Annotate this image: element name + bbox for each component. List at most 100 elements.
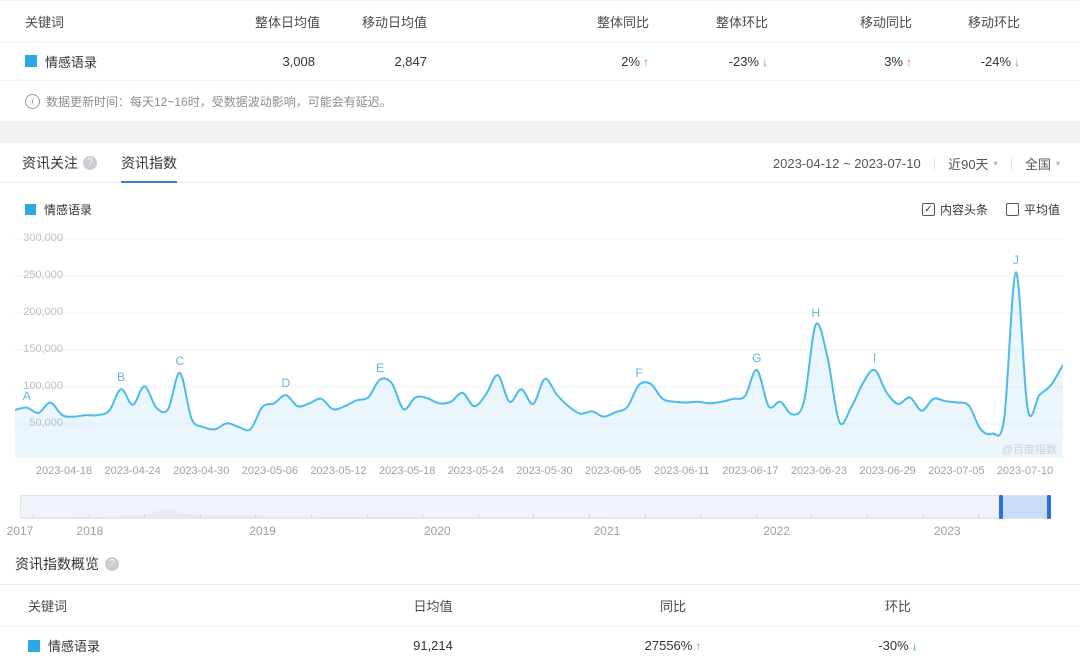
peak-label-F: F [635,365,643,380]
timeline-tick [755,514,757,518]
overview-keyword-cell: 情感语录 [28,636,358,655]
timeline-tick [366,514,368,518]
date-range[interactable]: 2023-04-12 ~ 2023-07-10 [773,156,921,171]
region-dropdown[interactable]: 全国 ▾ [1025,154,1060,173]
period-dropdown[interactable]: 近90天 ▾ [948,154,997,173]
stats-column-header: 整体同比 [596,14,649,30]
peak-label-E: E [376,360,385,375]
chevron-down-icon: ▾ [1055,159,1060,168]
stats-trend-cell: 2% ↑ [427,54,649,69]
timeline-year-2020: 2020 [424,524,451,538]
period-dropdown-label: 近90天 [948,157,989,172]
peak-label-A: A [22,388,31,403]
arrow-down-icon: ↓ [1014,54,1020,69]
update-note: i 数据更新时间：每天12~16时，受数据波动影响，可能会有延迟。 [0,81,1080,121]
overview-table-row: 情感语录 91,214 27556% ↑ -30% ↓ [0,626,1080,665]
timeline-selection[interactable] [1001,496,1048,518]
timeline-slider[interactable] [20,495,1051,519]
x-axis-labels: 2023-04-18 2023-04-24 2023-04-30 2023-05-06… [0,465,1080,479]
stats-trend-cell: -24% ↓ [912,54,1020,69]
y-axis-label: 200,000 [23,306,63,318]
x-axis-label: 2023-05-24 [447,465,504,477]
keyword-stats-section: 关键词 整体日均值 移动日均值 整体同比 整体环比 移动同比 移动环比 情感语录 3,008 2… [0,0,1080,121]
stats-table-header: 关键词 整体日均值 移动日均值 整体同比 整体环比 移动同比 移动环比 [0,1,1080,42]
stats-column-header: 移动同比 [859,14,912,30]
section-divider-band [0,121,1080,143]
peak-label-G: G [752,350,762,365]
watermark: @百度指数 [1001,444,1057,456]
checkbox-content-headline[interactable]: ✓ 内容头条 [921,201,988,218]
help-icon[interactable]: ? [105,557,119,571]
overview-column-header: 日均值 [413,598,453,614]
legend-keyword-label: 情感语录 [44,203,93,217]
timeline-tick [255,514,257,518]
timeline-tick [533,514,535,518]
trend-value: 27556% [644,638,693,653]
peak-label-B: B [116,370,125,385]
x-axis-label: 2023-06-29 [859,465,916,477]
peak-label-H: H [811,305,821,320]
x-axis-label: 2023-05-12 [310,465,367,477]
timeline-year-2021: 2021 [593,524,621,538]
x-axis-label: 2023-06-05 [584,465,642,477]
stats-column-header: 整体日均值 [255,14,321,30]
checkbox-label: 平均值 [1023,203,1060,217]
tab-news-attention[interactable]: 资讯关注? [22,143,97,182]
y-axis-label: 150,000 [23,343,63,355]
x-axis-label: 2023-07-05 [928,465,985,477]
news-index-overview-section: 资讯指数概览 ? 关键词 日均值 同比 环比 情感语录 91,214 27556% ↑ -30… [0,541,1080,658]
timeline-tick [311,514,312,518]
timeline-tick [644,514,646,518]
stats-value-cell: 3,008 [282,53,315,69]
timeline-tick [144,514,146,518]
x-axis-label: 2023-06-17 [722,465,779,477]
checkbox-average[interactable]: 平均值 [1005,201,1060,218]
arrow-up-icon: ↑ [695,639,702,653]
news-index-chart-card: 资讯关注? 资讯指数 2023-04-12 ~ 2023-07-10 | 近90天… [0,143,1080,541]
timeline-tick [422,514,424,518]
timeline-tick [199,514,201,518]
stats-column-header: 整体环比 [715,14,768,30]
tab-news-index[interactable]: 资讯指数 [121,143,177,183]
x-axis-label: 2023-04-18 [35,465,93,477]
trend-value: 3% [884,53,903,69]
timeline-tick [922,514,924,518]
chart-legend: 情感语录 [25,201,92,218]
x-axis-label: 2023-05-30 [516,465,573,477]
checkbox-unchecked-icon [1005,203,1019,216]
timeline-handle-right[interactable] [1046,495,1051,519]
stats-column-header: 移动日均值 [361,14,427,30]
x-axis-label: 2023-05-06 [241,465,299,477]
timeline-tick [867,514,868,518]
filter-separator: | [932,156,937,171]
stats-column-header: 移动环比 [967,14,1020,30]
timeline-year-2023: 2023 [933,524,961,538]
y-axis-label: 250,000 [23,269,63,281]
x-axis-label: 2023-07-10 [996,465,1054,477]
help-icon[interactable]: ? [83,155,97,170]
checkbox-label: 内容头条 [939,203,988,217]
y-axis-label: 50,000 [29,417,63,429]
stats-value-cell: 2,847 [394,53,427,69]
line-chart-svg [15,238,1063,458]
timeline-handle-left[interactable] [998,495,1003,519]
info-icon: i [25,93,40,109]
stats-keyword-cell: 情感语录 [25,52,255,71]
timeline-year-2018: 2018 [76,524,104,538]
overview-title-row: 资讯指数概览 ? [0,541,1080,584]
tab-label: 资讯指数 [121,154,177,171]
stats-table-row: 情感语录 3,008 2,847 2% ↑ -23% ↓ 3% ↑ -24% ↓ [0,42,1080,81]
timeline-year-2019: 2019 [249,524,276,538]
region-dropdown-label: 全国 [1024,157,1051,172]
x-axis-label: 2023-04-30 [173,465,230,477]
overview-column-header: 环比 [884,598,911,614]
timeline-tick [811,514,813,518]
overview-avg-cell: 91,214 [413,638,453,653]
y-axis-label: 300,000 [23,232,63,244]
chart-filters: 2023-04-12 ~ 2023-07-10 | 近90天 ▾ | 全国 ▾ [773,154,1060,173]
update-note-text: 数据更新时间：每天12~16时，受数据波动影响，可能会有延迟。 [46,94,392,109]
x-axis-label: 2023-06-11 [654,465,710,477]
x-axis-label: 2023-05-18 [379,465,436,477]
filter-separator: | [1009,156,1013,171]
timeline-tick [33,514,34,518]
